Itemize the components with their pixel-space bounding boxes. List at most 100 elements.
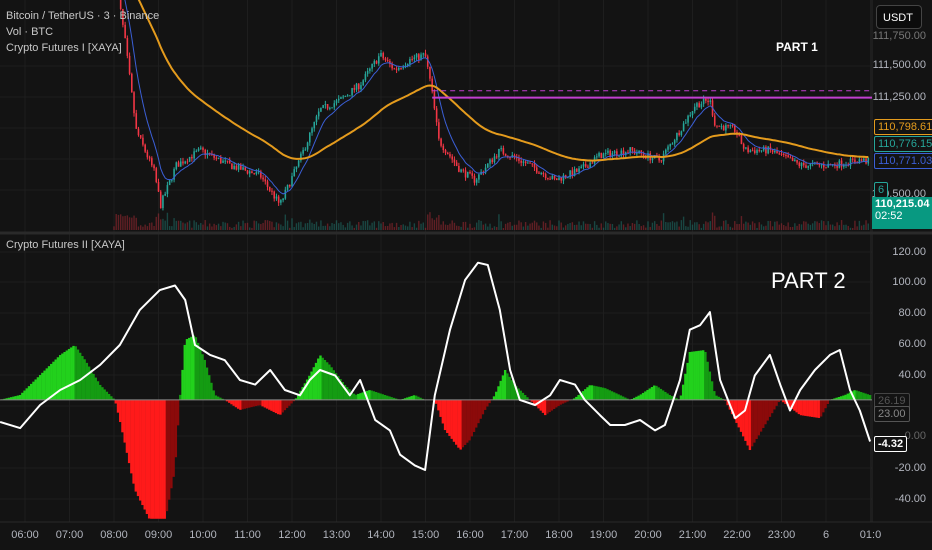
- candle-body: [820, 164, 823, 166]
- volume-bar: [366, 220, 369, 230]
- candle-body: [705, 98, 707, 101]
- candle-body: [827, 163, 830, 168]
- volume-bar: [629, 226, 631, 230]
- volume-bar: [863, 224, 865, 230]
- candle-body: [475, 179, 478, 183]
- indicator1-legend[interactable]: Crypto Futures I [XAYA]: [6, 40, 159, 56]
- candle-body: [740, 134, 743, 145]
- candle-body: [478, 174, 480, 180]
- candle-body: [600, 152, 603, 159]
- histogram-bar: [174, 399, 178, 458]
- indicator2-legend[interactable]: Crypto Futures II [XAYA]: [6, 237, 125, 253]
- histogram-bar: [383, 394, 387, 400]
- histogram-bar: [446, 399, 449, 433]
- candle-body: [128, 55, 131, 74]
- histogram-bar: [107, 393, 111, 400]
- histogram-bar: [766, 399, 769, 421]
- volume-bar: [197, 224, 200, 230]
- histogram-bar: [808, 399, 812, 417]
- candle-body: [693, 106, 696, 112]
- histogram-bar: [822, 399, 825, 413]
- candle-body: [202, 147, 204, 150]
- baseline-tag: 23.00: [874, 406, 910, 422]
- candle-body: [742, 144, 745, 149]
- volume-bar: [529, 223, 531, 230]
- candle-body: [591, 162, 594, 164]
- histogram-bar: [161, 399, 164, 519]
- volume-bar: [211, 226, 213, 230]
- candle-body: [233, 165, 235, 170]
- histogram-bar: [36, 377, 40, 400]
- volume-bar: [769, 220, 772, 230]
- volume-bar: [424, 227, 427, 230]
- candle-body: [560, 177, 563, 181]
- histogram-bar: [653, 385, 656, 400]
- volume-bar: [674, 222, 676, 230]
- histogram-bar: [14, 396, 17, 400]
- candle-body: [682, 123, 685, 132]
- volume-bar: [845, 224, 847, 230]
- volume-bar: [184, 223, 186, 230]
- last-price: 110,215.04: [875, 198, 930, 210]
- histogram-bar: [864, 393, 867, 400]
- candle-body: [558, 177, 560, 181]
- candle-body: [758, 150, 761, 152]
- volume-bar: [217, 223, 220, 230]
- volume-bar: [834, 226, 836, 230]
- volume-bar: [511, 225, 513, 230]
- volume-bar: [338, 223, 340, 230]
- volume-bar: [146, 226, 149, 230]
- volume-bar: [504, 223, 507, 230]
- volume-bar: [627, 223, 629, 230]
- currency-button[interactable]: USDT: [876, 5, 922, 29]
- volume-bar: [542, 221, 545, 230]
- volume-bar: [126, 215, 129, 230]
- histogram-bar: [43, 370, 46, 400]
- volume-bar: [763, 226, 765, 230]
- time-tick: 06:00: [11, 529, 39, 541]
- histogram-bar: [824, 399, 827, 409]
- histogram-bar: [541, 399, 545, 413]
- candle-body: [854, 159, 856, 163]
- volume-bar: [467, 227, 469, 230]
- histogram-bar: [183, 344, 186, 400]
- candle-body: [162, 195, 164, 209]
- histogram-bar: [457, 399, 460, 448]
- volume-bar: [418, 220, 420, 230]
- time-tick: 09:00: [144, 529, 173, 541]
- candle-body: [237, 164, 240, 170]
- candle-body: [727, 125, 729, 127]
- histogram-bar: [47, 366, 51, 400]
- volume-bar: [814, 221, 816, 230]
- histogram-bar: [762, 399, 765, 428]
- candle-body: [725, 125, 727, 131]
- histogram-bar: [715, 395, 718, 400]
- volume-bar: [649, 226, 651, 230]
- volume-bar: [558, 220, 560, 230]
- volume-bar: [536, 222, 538, 230]
- volume-bar: [438, 215, 440, 230]
- histogram-bar: [123, 399, 126, 443]
- histogram-bar: [657, 387, 660, 400]
- volume-bar: [576, 224, 578, 230]
- candle-body: [268, 186, 271, 191]
- volume-bar: [309, 219, 311, 230]
- volume-bar: [598, 227, 600, 230]
- candle-body: [504, 153, 507, 157]
- osc-tick: 80.00: [898, 307, 926, 319]
- histogram-bar: [181, 369, 184, 400]
- histogram-bar: [150, 399, 153, 519]
- candle-body: [422, 53, 425, 55]
- histogram-bar: [637, 395, 640, 400]
- candles: [119, 0, 870, 211]
- volume-bar: [177, 220, 180, 230]
- histogram-bar: [30, 383, 33, 400]
- symbol-title[interactable]: Bitcoin / TetherUS · 3 · Binance: [6, 8, 159, 24]
- candle-body: [242, 167, 244, 170]
- volume-bar: [369, 225, 371, 230]
- volume-bar: [616, 226, 618, 230]
- volume-legend[interactable]: Vol · BTC: [6, 24, 159, 40]
- volume-bar: [516, 224, 518, 230]
- candle-body: [473, 175, 476, 183]
- volume-bar: [407, 226, 409, 230]
